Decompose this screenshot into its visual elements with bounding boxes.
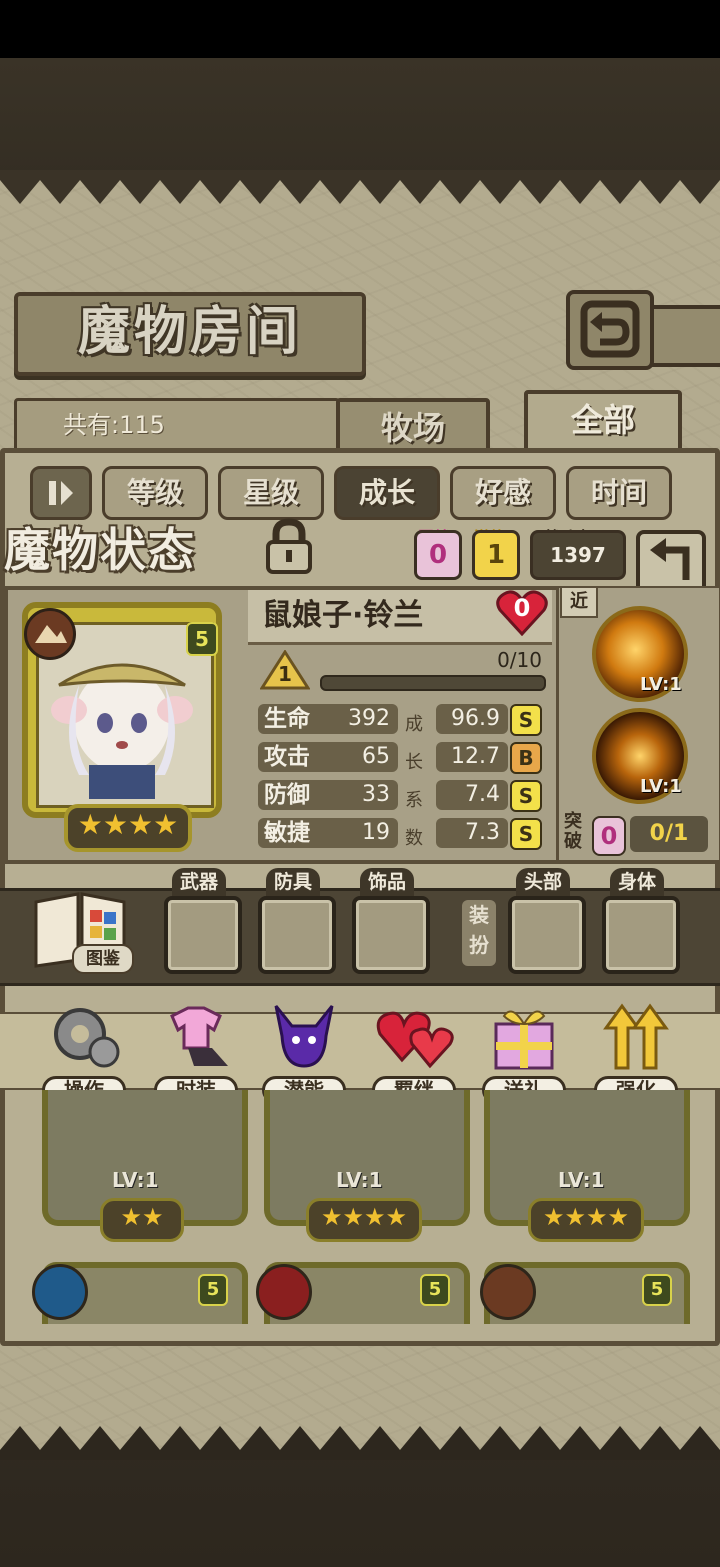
potential-button[interactable]: 潜能 <box>262 996 346 1104</box>
fire-element-icon <box>256 1264 312 1320</box>
gear-icon <box>54 1008 120 1068</box>
demon-icon <box>274 1005 334 1068</box>
rank-badge: 5 <box>186 622 218 656</box>
card-level: LV:1 <box>336 1168 383 1192</box>
lock-button[interactable] <box>258 516 320 576</box>
level-value: 1 <box>278 662 292 686</box>
return-arrow-icon <box>580 300 640 358</box>
operate-button[interactable]: 操作 <box>42 996 126 1104</box>
upgrade-arrows-icon <box>603 1003 669 1070</box>
page-title: 魔物房间 <box>77 302 302 362</box>
armor-slot[interactable] <box>258 896 336 974</box>
weapon-slot-label: 武器 <box>172 868 227 896</box>
body-slot-label: 身体 <box>610 868 665 896</box>
card-rank-badge: 5 <box>420 1274 450 1306</box>
head-slot[interactable] <box>508 896 586 974</box>
return-icon <box>650 538 690 580</box>
growth-coefficient-label: 成 长 系 数 <box>405 714 423 849</box>
exp-bar <box>320 675 546 691</box>
dress-up-label: 装 扮 <box>462 900 496 966</box>
pause-toggle-button[interactable] <box>30 466 92 520</box>
exp-text: 0/10 <box>497 648 542 672</box>
body-slot[interactable] <box>602 896 680 974</box>
page-title-board: 魔物房间 <box>14 292 366 376</box>
pause-icon <box>49 481 73 505</box>
breakthrough-area: 突 破 0 0/1 <box>560 812 712 858</box>
encyclopedia-label: 图鉴 <box>72 944 134 974</box>
skill-1-level: LV:1 <box>640 674 682 695</box>
enhance-button[interactable]: 强化 <box>594 996 678 1104</box>
card-stars: ★★★★ <box>528 1198 644 1242</box>
outfit-icon <box>170 1006 228 1066</box>
monster-count: 共有:115 <box>14 398 340 452</box>
sort-by-growth-button[interactable]: 成长 <box>334 466 440 520</box>
breakthrough-value: 0 <box>592 816 626 856</box>
card-rank-badge: 5 <box>642 1274 672 1306</box>
power-value: 1397 <box>530 530 626 580</box>
zigzag-edge-top <box>0 170 720 204</box>
status-panel-title: 魔物状态 <box>4 523 196 577</box>
accessory-slot[interactable] <box>352 896 430 974</box>
earth-element-icon <box>480 1264 536 1320</box>
back-button[interactable] <box>566 290 654 370</box>
gift-button[interactable]: 送礼 <box>482 996 566 1104</box>
status-close-button[interactable] <box>636 530 706 594</box>
grade-badge: S <box>510 704 542 736</box>
lock-icon <box>266 518 312 574</box>
system-status-bar <box>0 0 720 58</box>
zigzag-edge-bottom <box>0 1426 720 1460</box>
level-badge: 1 <box>259 649 311 690</box>
head-slot-label: 头部 <box>516 868 571 896</box>
grade-badge: B <box>510 742 542 774</box>
armor-slot-label: 防具 <box>266 868 321 896</box>
gift-icon <box>494 1010 554 1070</box>
card-level: LV:1 <box>558 1168 605 1192</box>
potential-value: 1 <box>472 530 520 580</box>
star-rating: ★★★★ <box>64 804 192 852</box>
grade-badge: S <box>510 818 542 850</box>
earth-element-icon <box>24 608 76 660</box>
breakthrough-progress: 0/1 <box>630 816 708 852</box>
bond-button[interactable]: 羁绊 <box>372 996 456 1104</box>
favor-value: 0 <box>513 594 531 622</box>
grade-badge: S <box>510 780 542 812</box>
weapon-slot[interactable] <box>164 896 242 974</box>
bond-value: 0 <box>414 530 462 580</box>
water-element-icon <box>32 1264 88 1320</box>
sort-by-favor-button[interactable]: 好感 <box>450 466 556 520</box>
accessory-slot-label: 饰品 <box>360 868 415 896</box>
sort-by-level-button[interactable]: 等级 <box>102 466 208 520</box>
favor-heart: 0 <box>494 588 550 637</box>
sort-by-time-button[interactable]: 时间 <box>566 466 672 520</box>
card-rank-badge: 5 <box>198 1274 228 1306</box>
star-icons: ★★★★ <box>77 808 179 841</box>
skill-type-tag: 近 <box>560 586 598 618</box>
hearts-icon <box>376 1011 454 1069</box>
card-level: LV:1 <box>112 1168 159 1192</box>
sort-by-star-button[interactable]: 星级 <box>218 466 324 520</box>
card-stars: ★★ <box>100 1198 184 1242</box>
skill-2-level: LV:1 <box>640 776 682 797</box>
card-stars: ★★★★ <box>306 1198 422 1242</box>
fashion-button[interactable]: 时装 <box>154 996 238 1104</box>
